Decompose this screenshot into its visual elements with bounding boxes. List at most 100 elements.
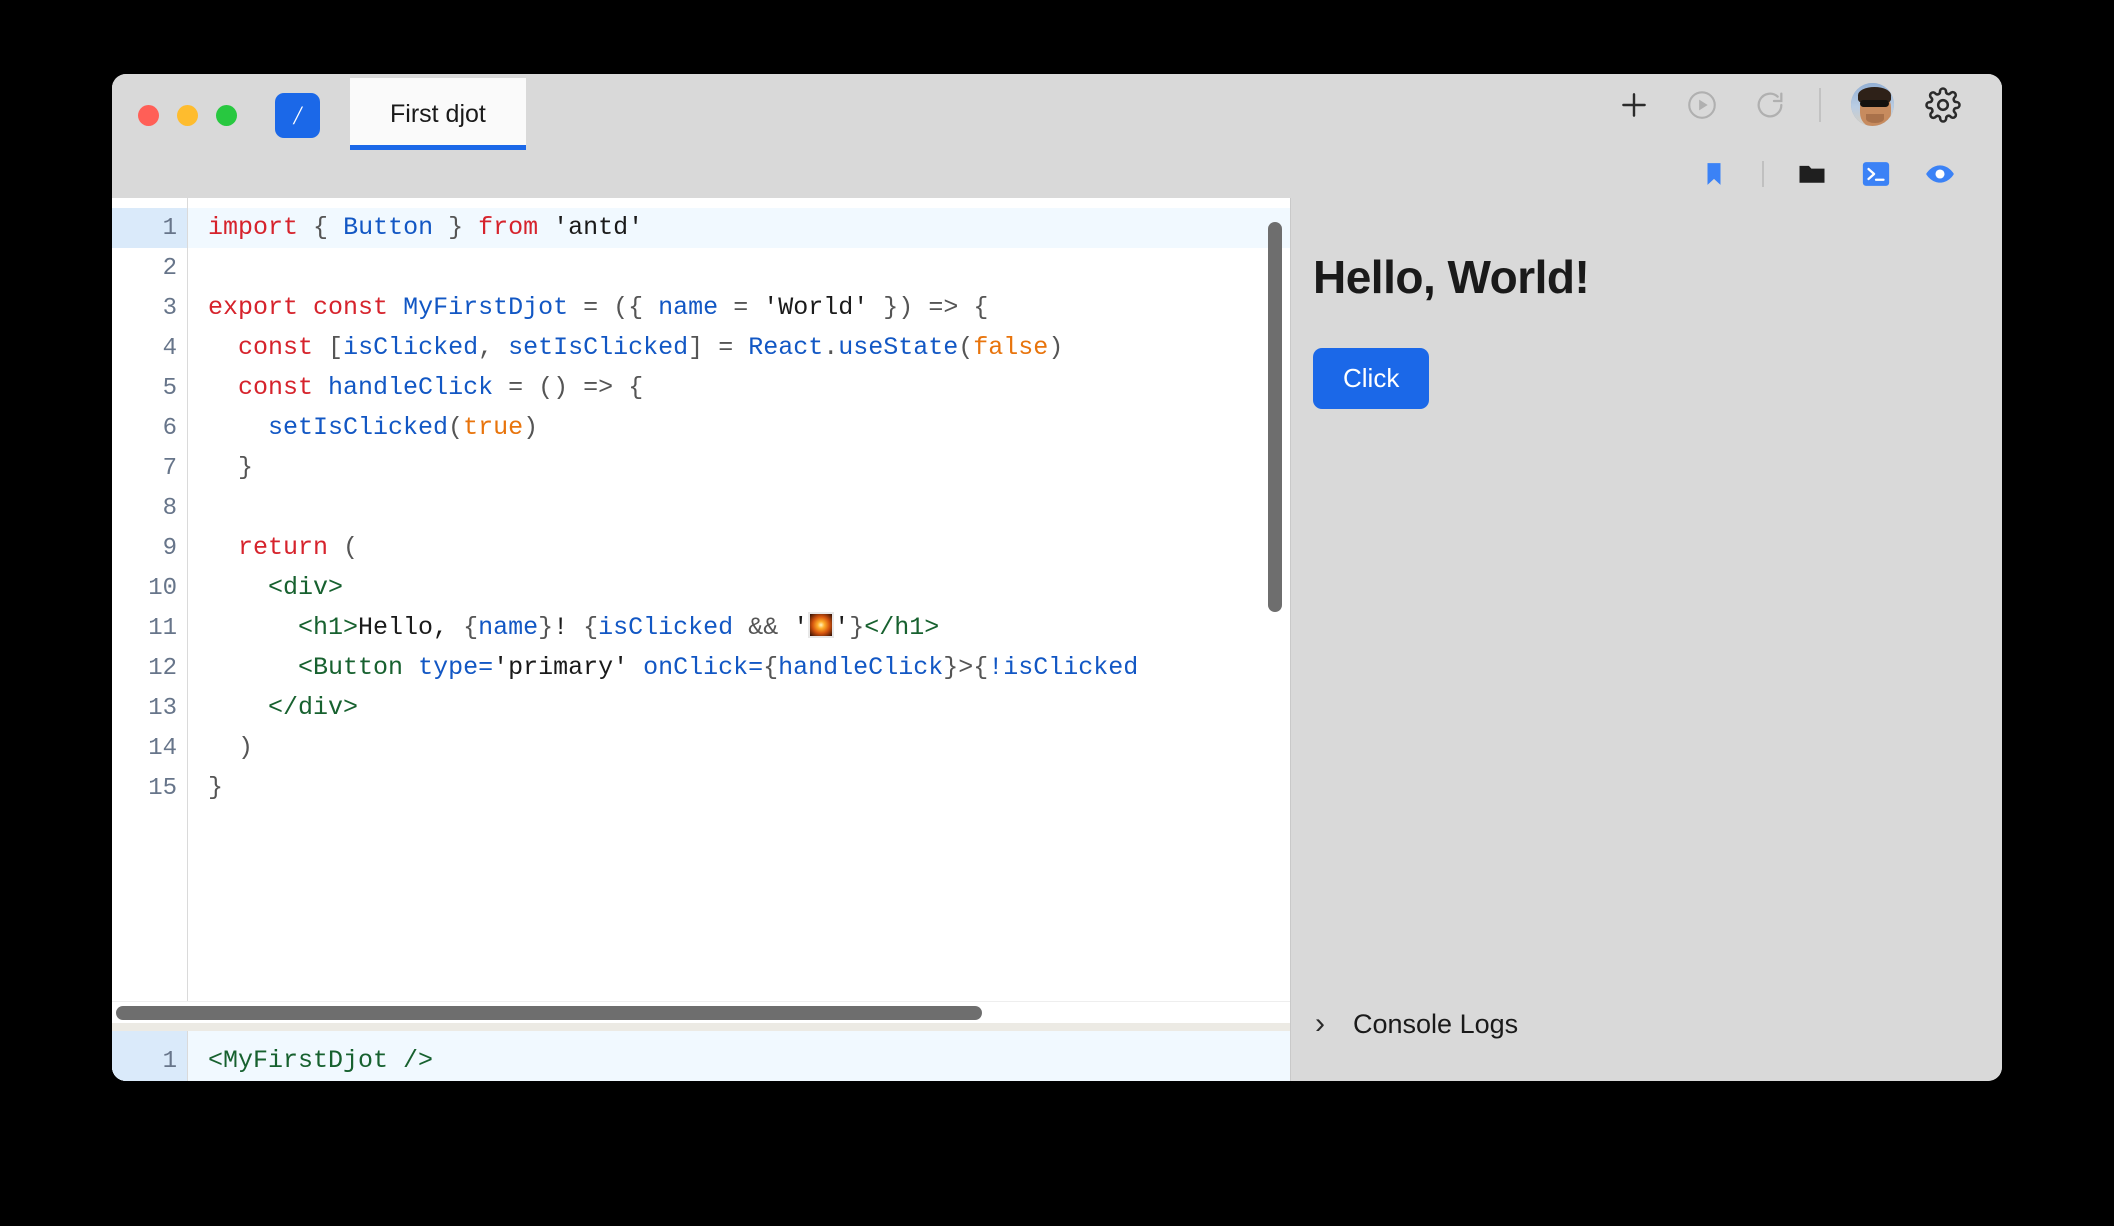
code-line[interactable]: export const MyFirstDjot = ({ name = 'Wo…	[188, 288, 1290, 328]
code-line[interactable]: }	[188, 768, 1290, 808]
code-token: export	[208, 293, 298, 322]
usage-code-content[interactable]: <MyFirstDjot />	[188, 1031, 1290, 1081]
code-token	[523, 373, 538, 402]
line-number-text: 9	[163, 535, 177, 562]
firework-emoji-icon	[808, 612, 834, 638]
app-window: / First djot	[112, 74, 2002, 1081]
code-token: from	[478, 213, 538, 242]
code-token: const	[313, 293, 388, 322]
code-content[interactable]: import { Button } from 'antd' export con…	[188, 198, 1290, 1001]
minimize-window-button[interactable]	[177, 105, 198, 126]
code-token	[208, 413, 268, 442]
code-line[interactable]: </div>	[188, 688, 1290, 728]
maximize-window-button[interactable]	[216, 105, 237, 126]
code-line[interactable]: }	[188, 448, 1290, 488]
line-number-text: 3	[163, 295, 177, 322]
pane-splitter[interactable]	[112, 1023, 1290, 1031]
code-token: isClicked	[343, 333, 478, 362]
code-line[interactable]	[188, 248, 1290, 288]
code-token	[208, 613, 298, 642]
code-token: [	[328, 333, 343, 362]
code-token: =>	[583, 373, 613, 402]
code-token: setIsClicked	[268, 413, 448, 442]
code-token: 'antd'	[553, 213, 643, 242]
editor-vertical-scrollbar[interactable]	[1268, 222, 1282, 612]
usage-line-number-gutter: 1	[112, 1031, 188, 1081]
code-token	[628, 653, 643, 682]
code-token: )	[238, 733, 253, 762]
code-token: (	[343, 533, 358, 562]
line-number-text: 7	[163, 455, 177, 482]
line-number: 7	[112, 448, 187, 488]
tab-first-djot[interactable]: First djot	[350, 78, 526, 150]
console-logs-toggle[interactable]: › Console Logs	[1291, 1007, 2002, 1081]
gear-icon[interactable]	[1924, 86, 1962, 124]
code-token	[328, 533, 343, 562]
line-number: 14	[112, 728, 187, 768]
line-number: 2	[112, 248, 187, 288]
preview-click-button[interactable]: Click	[1313, 348, 1429, 409]
line-number: 1	[112, 208, 187, 248]
code-token	[328, 213, 343, 242]
code-line[interactable]: <Button type='primary' onClick={handleCl…	[188, 648, 1290, 688]
code-token: type=	[418, 653, 493, 682]
code-token: const	[238, 373, 313, 402]
code-token: Hello,	[358, 613, 448, 642]
code-line[interactable]: <div>	[188, 568, 1290, 608]
code-token	[388, 293, 403, 322]
code-token: name	[478, 613, 538, 642]
code-token: {	[973, 293, 988, 322]
code-line[interactable]: const [isClicked, setIsClicked] = React.…	[188, 328, 1290, 368]
code-token: }	[849, 613, 864, 642]
code-token: <h1>	[298, 613, 358, 642]
code-token	[718, 293, 733, 322]
code-line[interactable]: setIsClicked(true)	[188, 408, 1290, 448]
editor-horizontal-scrollbar[interactable]	[116, 1006, 982, 1020]
terminal-icon[interactable]	[1860, 158, 1892, 190]
code-token: import	[208, 213, 298, 242]
preview-panel: Hello, World! Click › Console Logs	[1290, 198, 2002, 1081]
code-token: =	[733, 293, 748, 322]
code-token	[208, 653, 298, 682]
code-editor[interactable]: 123∨45∨6789101112131415 import { Button …	[112, 198, 1290, 1001]
close-window-button[interactable]	[138, 105, 159, 126]
line-number-gutter: 123∨45∨6789101112131415	[112, 198, 188, 1001]
avatar[interactable]	[1851, 83, 1894, 126]
code-token	[463, 213, 478, 242]
title-bar-actions	[1615, 83, 2002, 150]
code-token	[298, 213, 313, 242]
code-token	[598, 293, 613, 322]
editor-horizontal-scrollbar-track	[112, 1001, 1290, 1023]
code-line[interactable]: <MyFirstDjot />	[188, 1041, 1290, 1081]
preview-heading: Hello, World!	[1313, 250, 2002, 304]
console-logs-label: Console Logs	[1353, 1009, 1518, 1040]
line-number-text: 1	[163, 215, 177, 242]
usage-editor[interactable]: 1 <MyFirstDjot />	[112, 1031, 1290, 1081]
line-number-text: 10	[148, 575, 177, 602]
code-token: ,	[478, 333, 493, 362]
code-line[interactable]	[188, 488, 1290, 528]
code-token: <div>	[268, 573, 343, 602]
code-line[interactable]: import { Button } from 'antd'	[188, 208, 1290, 248]
code-token: false	[973, 333, 1048, 362]
code-line[interactable]: <h1>Hello, {name}! {isClicked && ''}</h1…	[188, 608, 1290, 648]
code-token	[913, 293, 928, 322]
code-token: <Button	[298, 653, 403, 682]
refresh-icon[interactable]	[1751, 86, 1789, 124]
preview-eye-icon[interactable]	[1924, 158, 1956, 190]
add-icon[interactable]	[1615, 86, 1653, 124]
code-token: name	[658, 293, 718, 322]
code-token: =	[718, 333, 733, 362]
code-token: =>	[928, 293, 958, 322]
bookmark-icon[interactable]	[1698, 158, 1730, 190]
code-token: handleClick	[778, 653, 943, 682]
code-line[interactable]: return (	[188, 528, 1290, 568]
code-token: Button	[343, 213, 433, 242]
run-icon[interactable]	[1683, 86, 1721, 124]
code-token	[493, 373, 508, 402]
code-token: {	[763, 653, 778, 682]
line-number-text: 8	[163, 495, 177, 522]
code-line[interactable]: const handleClick = () => {	[188, 368, 1290, 408]
folder-icon[interactable]	[1796, 158, 1828, 190]
code-line[interactable]: )	[188, 728, 1290, 768]
